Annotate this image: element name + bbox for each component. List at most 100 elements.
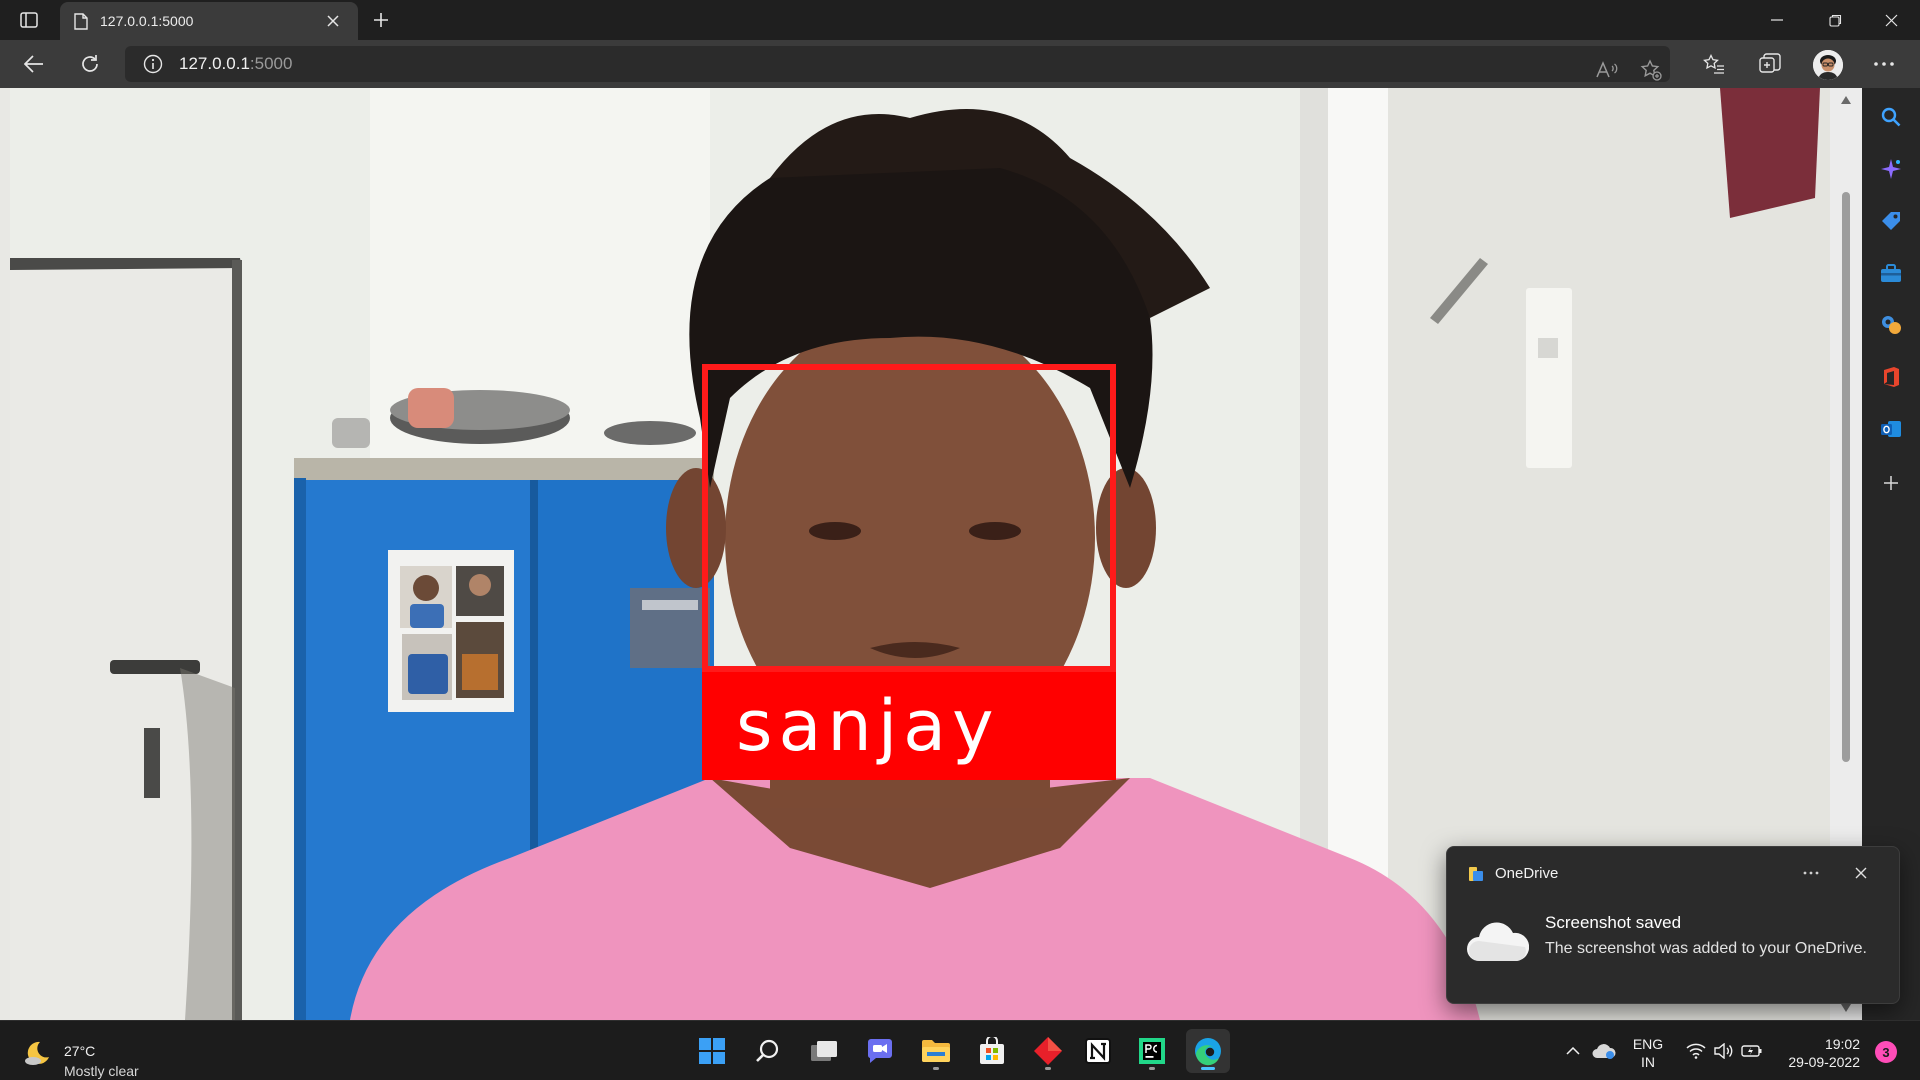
language-line-2: IN (1641, 1054, 1655, 1070)
triangle-up-icon (1841, 96, 1851, 104)
sidebar-shopping-button[interactable] (1876, 206, 1906, 236)
active-indicator (1201, 1067, 1215, 1070)
onedrive-notification[interactable]: OneDrive Screenshot saved The screenshot… (1446, 846, 1900, 1004)
pycharm-icon (1139, 1038, 1165, 1064)
favorites-button[interactable] (1696, 48, 1732, 80)
taskbar-file-explorer-button[interactable] (914, 1029, 958, 1073)
notion-icon (1085, 1038, 1111, 1064)
onedrive-cloud-icon (1592, 1044, 1616, 1059)
minimize-icon (1771, 19, 1783, 21)
taskbar-task-view-button[interactable] (802, 1029, 846, 1073)
toast-more-button[interactable] (1795, 859, 1827, 887)
show-hidden-icons-button[interactable] (1564, 1035, 1582, 1067)
battery-button[interactable] (1740, 1035, 1764, 1067)
close-icon (1885, 14, 1897, 26)
running-indicator (933, 1067, 939, 1070)
outlook-icon (1881, 421, 1901, 437)
scrollbar-thumb[interactable] (1842, 192, 1850, 762)
close-window-button[interactable] (1862, 0, 1920, 40)
speaker-icon (1714, 1043, 1733, 1059)
toast-app-name: OneDrive (1495, 865, 1559, 882)
sidebar-copilot-button[interactable] (1876, 154, 1906, 184)
input-language-indicator[interactable]: ENG IN (1628, 1035, 1668, 1071)
read-aloud-button[interactable] (1595, 56, 1619, 84)
sidebar-office-button[interactable] (1876, 362, 1906, 392)
tab-active[interactable]: 127.0.0.1:5000 (60, 2, 358, 40)
taskbar-store-button[interactable] (970, 1029, 1014, 1073)
back-button[interactable] (16, 48, 52, 80)
plus-icon (374, 13, 388, 27)
edge-icon (1195, 1038, 1221, 1066)
page-icon (74, 12, 88, 30)
tab-title: 127.0.0.1:5000 (100, 13, 194, 29)
file-explorer-icon (922, 1040, 950, 1062)
refresh-button[interactable] (72, 48, 108, 80)
network-button[interactable] (1684, 1035, 1708, 1067)
taskbar-pycharm-button[interactable] (1130, 1029, 1174, 1073)
cloud-icon (1467, 922, 1529, 961)
sidebar-tools-button[interactable] (1876, 258, 1906, 288)
minimize-button[interactable] (1748, 0, 1806, 40)
collections-icon (1759, 53, 1781, 73)
moon-cloud-icon (25, 1041, 49, 1065)
arrow-left-icon (24, 55, 43, 73)
clock-time: 19:02 (1824, 1036, 1860, 1052)
read-aloud-icon (1596, 61, 1618, 78)
taskbar-edge-button[interactable] (1186, 1029, 1230, 1073)
git-icon (1034, 1037, 1062, 1065)
sidebar-add-button[interactable] (1876, 468, 1906, 498)
profile-avatar[interactable] (1813, 50, 1843, 80)
tools-icon (1881, 264, 1901, 282)
weather-widget[interactable]: 27°C Mostly clear (18, 1031, 178, 1079)
search-icon (756, 1039, 779, 1062)
weather-temperature: 27°C (64, 1043, 96, 1059)
notification-count-badge[interactable]: 3 (1875, 1041, 1897, 1063)
windows-start-icon (699, 1038, 725, 1064)
tab-actions-button[interactable] (14, 6, 44, 34)
sidebar-games-button[interactable] (1876, 310, 1906, 340)
taskbar-search-button[interactable] (746, 1029, 790, 1073)
toast-close-button[interactable] (1845, 859, 1877, 887)
onedrive-tray-button[interactable] (1590, 1035, 1618, 1067)
clock-date: 29-09-2022 (1788, 1054, 1860, 1070)
address-bar[interactable]: 127.0.0.1:5000 (125, 46, 1670, 82)
weather-condition: Mostly clear (64, 1063, 139, 1079)
sidebar-search-button[interactable] (1876, 102, 1906, 132)
microsoft-store-icon (980, 1037, 1004, 1064)
star-add-icon (1640, 59, 1662, 81)
windows-taskbar: 27°C Mostly clear ENG IN 19:02 29-09-202… (0, 1020, 1920, 1080)
taskbar-chat-button[interactable] (858, 1029, 902, 1073)
restore-button[interactable] (1806, 0, 1864, 40)
language-line-1: ENG (1632, 1036, 1664, 1052)
browser-toolbar: 127.0.0.1:5000 (0, 40, 1920, 88)
teams-chat-icon (867, 1039, 892, 1063)
taskbar-clock[interactable]: 19:02 29-09-2022 (1776, 1035, 1860, 1071)
onedrive-app-icon (1469, 867, 1483, 881)
taskbar-notion-button[interactable] (1076, 1029, 1120, 1073)
user-avatar-icon (1813, 50, 1843, 80)
volume-button[interactable] (1712, 1035, 1736, 1067)
add-favorite-button[interactable] (1639, 56, 1663, 84)
new-tab-button[interactable] (366, 6, 396, 34)
site-info-icon[interactable] (143, 54, 163, 74)
scroll-up-button[interactable] (1840, 94, 1852, 106)
toast-body: The screenshot was added to your OneDriv… (1545, 940, 1867, 957)
office-icon (1884, 367, 1899, 387)
task-view-icon (811, 1041, 837, 1061)
triangle-down-icon (1841, 1004, 1851, 1012)
tab-close-button[interactable] (322, 10, 344, 32)
add-icon (1884, 476, 1898, 490)
collections-button[interactable] (1752, 48, 1788, 80)
games-icon (1882, 316, 1901, 334)
running-indicator (1149, 1067, 1155, 1070)
search-icon (1881, 107, 1901, 127)
close-icon (327, 15, 339, 27)
settings-more-button[interactable] (1866, 48, 1902, 80)
taskbar-start-button[interactable] (690, 1029, 734, 1073)
detected-name-label: sanjay (702, 672, 1116, 780)
taskbar-git-button[interactable] (1026, 1029, 1070, 1073)
sidebar-outlook-button[interactable] (1876, 414, 1906, 444)
tab-actions-icon (20, 12, 38, 28)
close-icon (1855, 867, 1867, 879)
wifi-icon (1686, 1043, 1706, 1059)
